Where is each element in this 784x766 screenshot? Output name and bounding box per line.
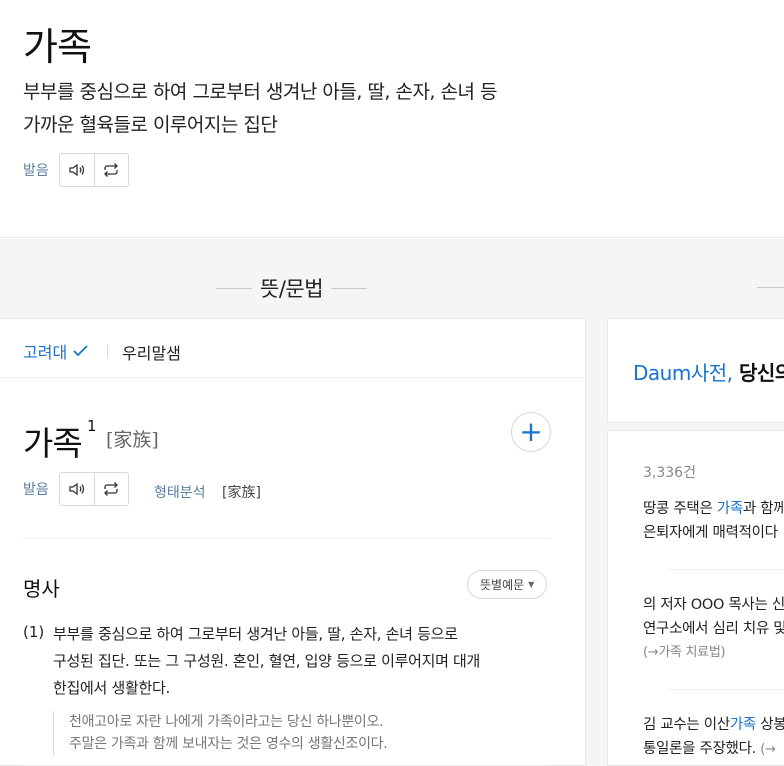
pronunciation-label: 발음	[23, 163, 49, 179]
play-pronunciation-button[interactable]	[60, 473, 94, 505]
example-text: 상봉	[755, 717, 784, 733]
list-item[interactable]: 김 교수는 이산가족 상봉 통일론을 주장했다. (→	[643, 713, 784, 762]
divider	[331, 287, 368, 289]
sense-line: 한집에서 생활한다.	[53, 679, 170, 697]
meaning-card: 고려대 우리말샘 가족 1 [家族] + 발음 형태분석 [家族] 명사 뜻별예…	[0, 318, 586, 766]
example-line: 연구소에서 심리 치유 및	[643, 621, 784, 637]
repeat-pronunciation-button[interactable]	[93, 154, 128, 186]
section-heading: 뜻/문법	[208, 273, 375, 303]
example-text: 과 함께	[742, 501, 784, 517]
list-item[interactable]: 의 저자 OOO 목사는 신 연구소에서 심리 치유 및 (→가족 치료법)	[643, 593, 784, 665]
example-line: 통일론을 주장했다. (→	[643, 737, 784, 762]
promo-brand: Daum사전,	[633, 361, 733, 385]
divider	[669, 689, 784, 690]
morph-analysis-link[interactable]: 형태분석	[154, 482, 206, 502]
header-definition-line: 부부를 중심으로 하여 그로부터 생겨난 아들, 딸, 손자, 손녀 등	[23, 81, 498, 103]
sense-line: 부부를 중심으로 하여 그로부터 생겨난 아들, 딸, 손자, 손녀 등으로	[53, 625, 458, 643]
example-line: 은퇴자에게 매력적이다	[643, 525, 778, 541]
filter-label: 뜻별예문	[480, 578, 525, 592]
divider	[107, 344, 108, 357]
pronunciation-label: 발음	[23, 482, 49, 498]
repeat-icon	[104, 163, 119, 177]
example-sentence: 천애고아로 자란 나에게 가족이라고는 당신 하나뿐이오.	[69, 714, 384, 730]
play-pronunciation-button[interactable]	[60, 154, 94, 186]
header-word: 가족	[23, 25, 92, 69]
part-of-speech: 명사	[23, 577, 60, 601]
tab-label: 고려대	[23, 343, 68, 362]
entry-hanja: [家族]	[106, 429, 159, 451]
promo-card[interactable]: Daum사전, 당신의	[607, 318, 784, 423]
speaker-icon	[69, 482, 84, 496]
list-item[interactable]: 땅콩 주택은 가족과 함께 은퇴자에게 매력적이다	[643, 497, 784, 545]
entry-word: 가족	[23, 424, 83, 463]
entry-homonym-number: 1	[87, 417, 97, 435]
example-source-link[interactable]: (→가족 치료법)	[643, 641, 784, 665]
example-source-link[interactable]: (→	[760, 742, 776, 757]
highlight-word: 가족	[716, 501, 743, 517]
example-line: 김 교수는 이산가족 상봉	[643, 713, 784, 737]
promo-text: Daum사전, 당신의	[633, 357, 784, 386]
example-text: 김 교수는 이산	[643, 717, 730, 733]
dictionary-tabs: 고려대 우리말샘	[0, 319, 585, 378]
example-count: 3,336건	[643, 465, 696, 481]
tab-korea-univ[interactable]: 고려대	[23, 339, 88, 363]
caret-down-icon: ▼	[528, 580, 535, 589]
speaker-icon	[69, 163, 84, 177]
example-line: 땅콩 주택은 가족과 함께	[643, 497, 784, 521]
examples-panel: 3,336건 땅콩 주택은 가족과 함께 은퇴자에게 매력적이다 의 저자 OO…	[607, 430, 784, 766]
divider	[23, 538, 551, 539]
promo-rest: 당신의	[738, 361, 784, 385]
sense-definition: 부부를 중심으로 하여 그로부터 생겨난 아들, 딸, 손자, 손녀 등으로 구…	[53, 621, 533, 702]
sense-examples: 천애고아로 자란 나에게 가족이라고는 당신 하나뿐이오. 주말은 가족과 함께…	[53, 711, 388, 755]
highlight-word: 가족	[729, 717, 756, 733]
divider	[757, 287, 784, 288]
tab-urimalsaem[interactable]: 우리말샘	[122, 340, 181, 364]
example-text: 땅콩 주택은	[643, 501, 717, 517]
section-title: 뜻/문법	[260, 277, 324, 301]
add-to-wordbook-button[interactable]: +	[511, 412, 551, 452]
pronunciation-controls	[58, 153, 129, 187]
check-icon	[73, 342, 88, 361]
pronunciation-controls	[58, 472, 129, 506]
header-pronunciation: 발음	[23, 153, 129, 187]
word-summary-header: 가족 부부를 중심으로 하여 그로부터 생겨난 아들, 딸, 손자, 손녀 등 …	[0, 0, 784, 238]
morph-analysis-value: [家族]	[222, 485, 261, 501]
sense-line: 구성된 집단. 또는 그 구성원. 혼인, 혈연, 입양 등으로 이루어지며 대…	[53, 652, 481, 670]
repeat-icon	[104, 482, 119, 496]
plus-icon: +	[519, 415, 543, 448]
sense-number: (1)	[23, 623, 45, 641]
header-definition: 부부를 중심으로 하여 그로부터 생겨난 아들, 딸, 손자, 손녀 등 가까운…	[23, 76, 583, 142]
example-line: 의 저자 OOO 목사는 신	[643, 597, 784, 613]
repeat-pronunciation-button[interactable]	[93, 473, 128, 505]
header-definition-line: 가까운 혈육들로 이루어지는 집단	[23, 114, 278, 136]
example-sentence: 주말은 가족과 함께 보내자는 것은 영수의 생활신조이다.	[69, 736, 388, 752]
divider	[216, 287, 252, 289]
example-text: 통일론을 주장했다.	[643, 741, 761, 757]
entry-pronunciation: 발음	[23, 472, 129, 506]
examples-by-sense-button[interactable]: 뜻별예문 ▼	[467, 570, 548, 599]
divider	[669, 569, 784, 570]
